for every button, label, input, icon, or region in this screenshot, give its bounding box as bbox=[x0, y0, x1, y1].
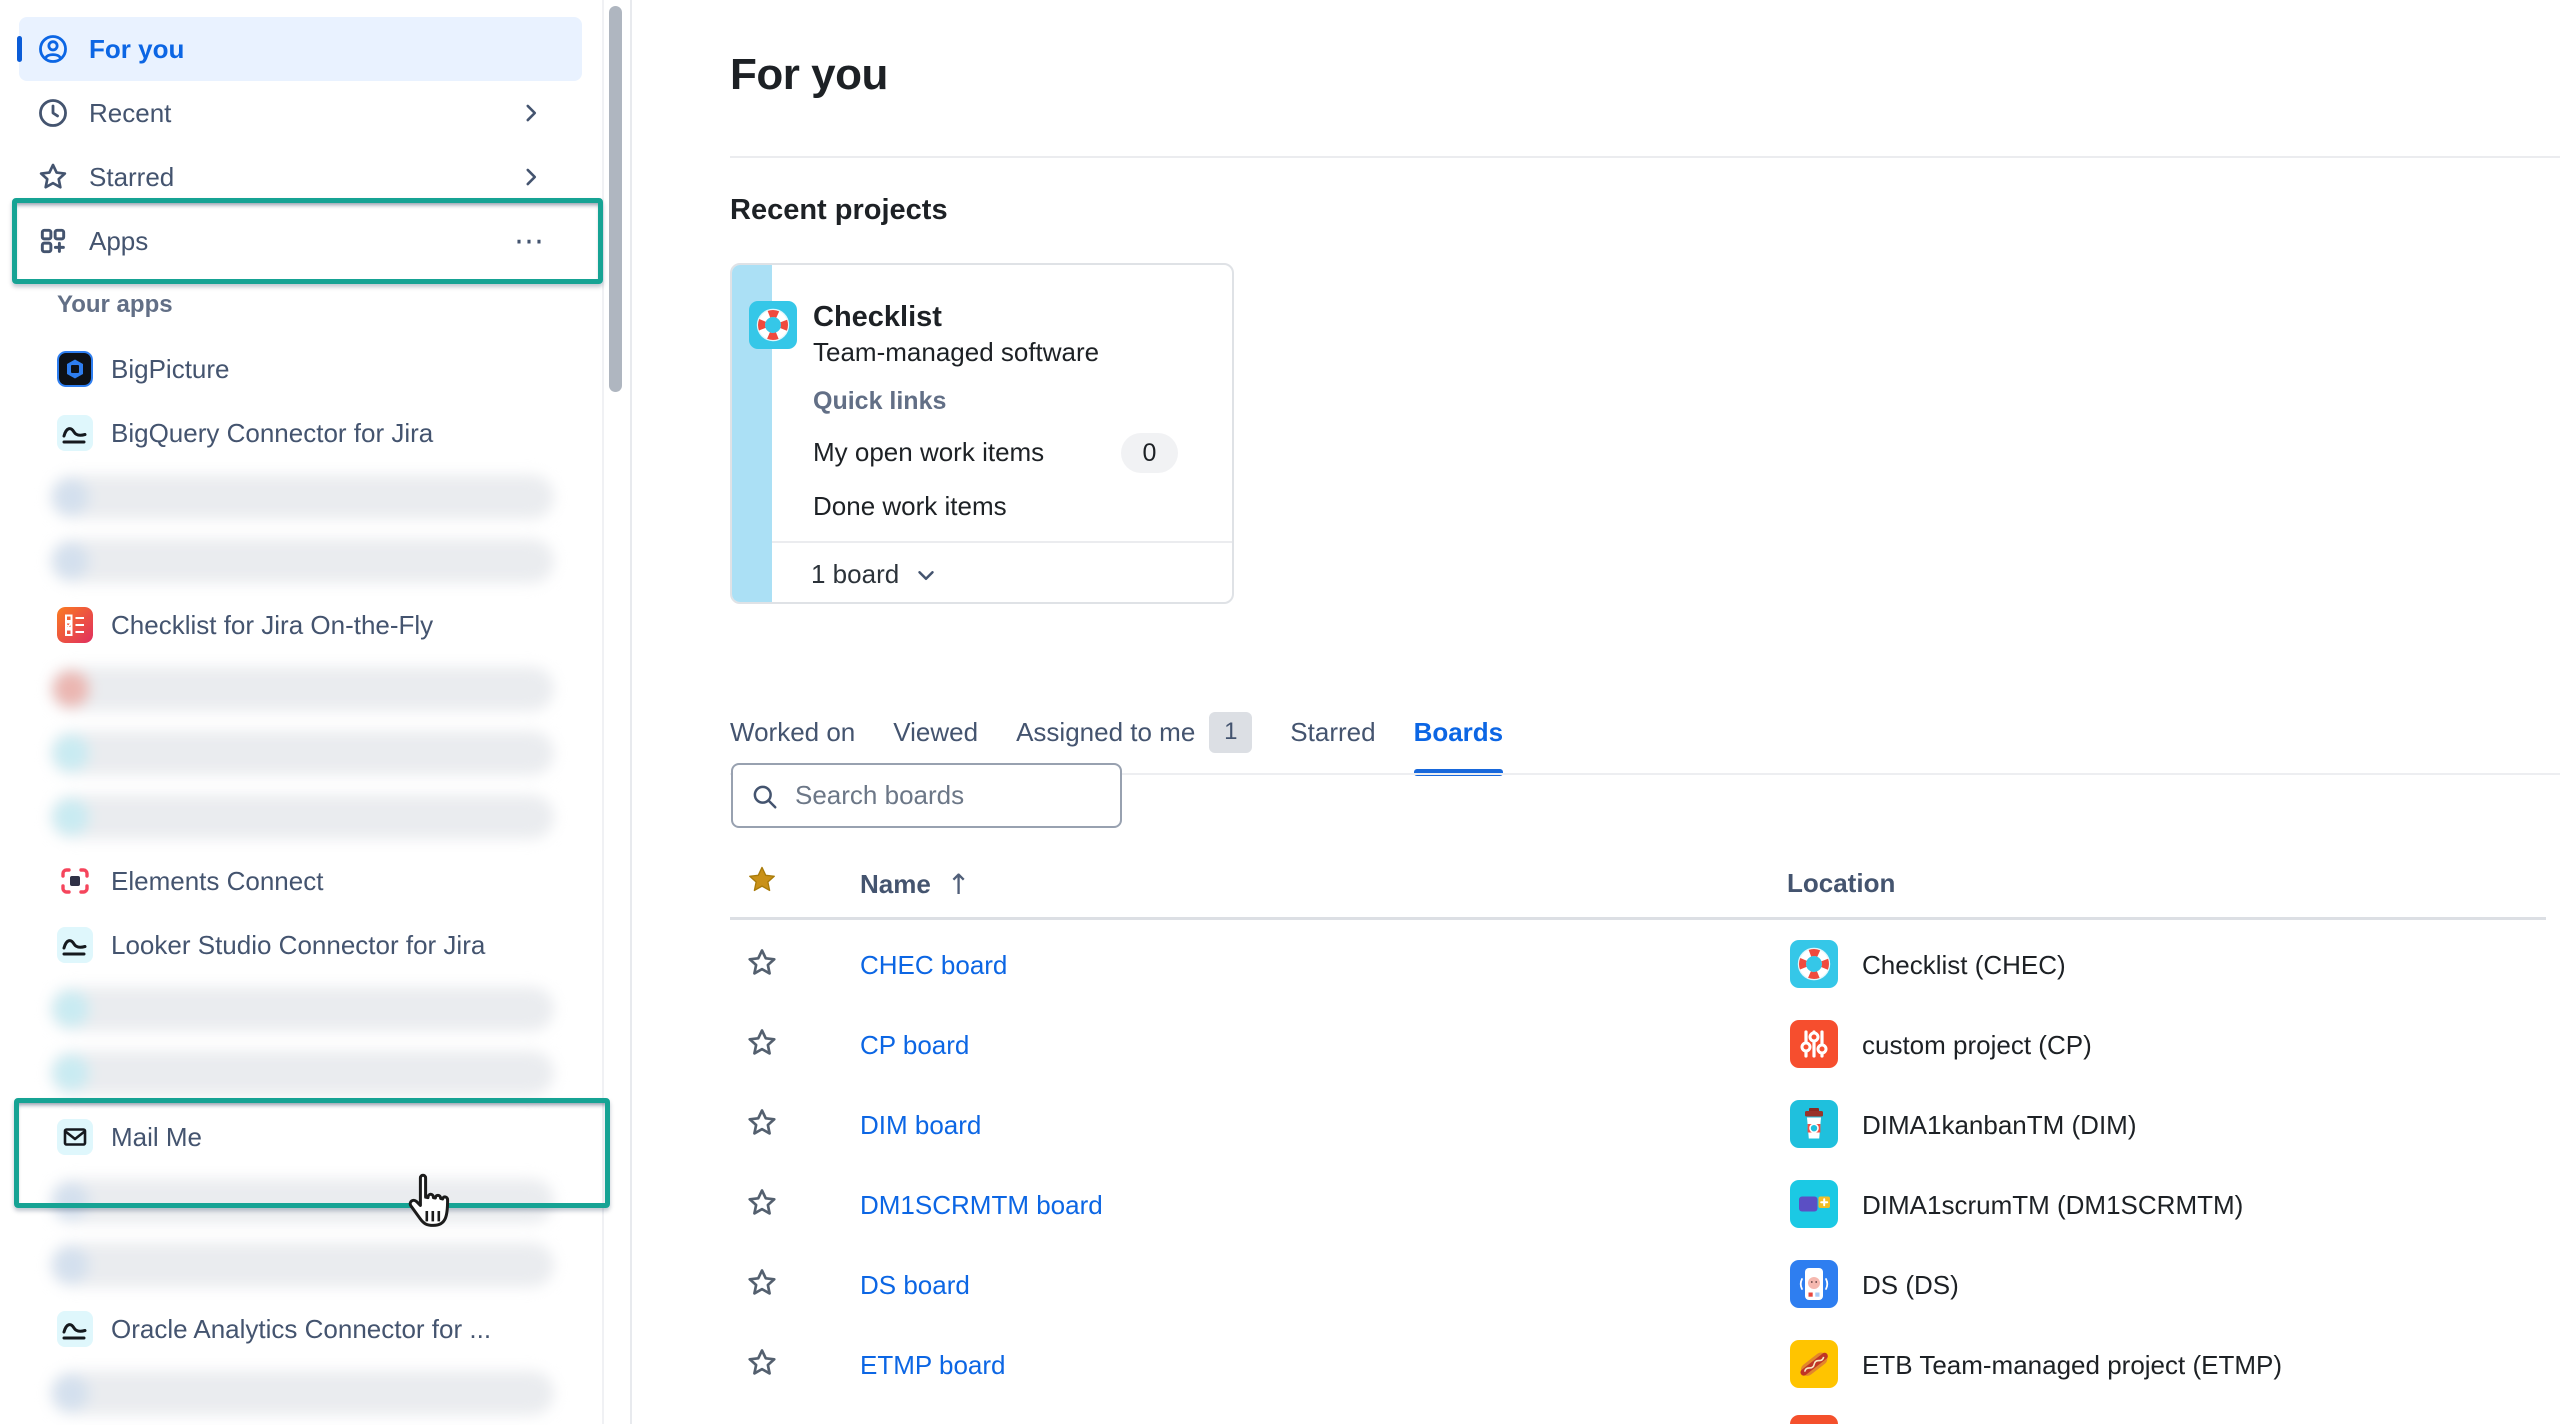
sidebar-item-label: Recent bbox=[89, 98, 171, 129]
search-boards-box[interactable] bbox=[731, 763, 1122, 828]
sliders-icon bbox=[1790, 1020, 1838, 1068]
chart-connector-icon bbox=[57, 927, 93, 963]
redacted-app-item bbox=[0, 1041, 602, 1105]
tab-viewed[interactable]: Viewed bbox=[893, 710, 978, 754]
annotation-box-apps bbox=[12, 198, 603, 284]
project-card-checklist[interactable]: Checklist Team-managed software Quick li… bbox=[730, 263, 1234, 604]
redacted-app-item bbox=[0, 1361, 602, 1425]
search-icon bbox=[749, 781, 779, 811]
lifebuoy-icon bbox=[749, 301, 797, 349]
board-link[interactable]: DIM board bbox=[860, 1110, 981, 1141]
page-title: For you bbox=[730, 50, 888, 100]
app-label: Looker Studio Connector for Jira bbox=[111, 930, 485, 961]
search-boards-input[interactable] bbox=[793, 779, 1120, 812]
chart-connector-icon bbox=[57, 415, 93, 451]
tab-worked-on[interactable]: Worked on bbox=[730, 710, 855, 754]
star-toggle[interactable] bbox=[746, 1187, 778, 1219]
sidebar-app-checklist-on-the-fly[interactable]: Checklist for Jira On-the-Fly bbox=[0, 593, 602, 657]
star-toggle[interactable] bbox=[746, 1267, 778, 1299]
tab-boards[interactable]: Boards bbox=[1414, 710, 1504, 754]
redacted-app-item bbox=[0, 657, 602, 721]
board-location: DS (DS) bbox=[1862, 1270, 1959, 1301]
board-count-dropdown[interactable]: 1 board bbox=[811, 559, 939, 590]
redacted-app-item bbox=[0, 785, 602, 849]
star-toggle[interactable] bbox=[746, 1107, 778, 1139]
board-link[interactable]: DS board bbox=[860, 1270, 970, 1301]
person-circle-icon bbox=[37, 33, 69, 65]
sort-ascending-icon[interactable]: ↑ bbox=[947, 868, 970, 901]
hand-cursor bbox=[400, 1168, 456, 1238]
sidebar-divider[interactable] bbox=[630, 0, 632, 1424]
chart-connector-icon bbox=[57, 1311, 93, 1347]
sidebar-app-elements-connect[interactable]: Elements Connect bbox=[0, 849, 602, 913]
star-toggle[interactable] bbox=[746, 1027, 778, 1059]
sidebar-app-oracle-analytics-connector[interactable]: Oracle Analytics Connector for ... bbox=[0, 1297, 602, 1361]
checklist-gradient-icon bbox=[57, 607, 93, 643]
hot-dog-icon bbox=[1790, 1340, 1838, 1388]
chevron-right-icon[interactable] bbox=[518, 164, 544, 190]
annotation-box-mail-me bbox=[14, 1098, 610, 1208]
coffee-cup-icon bbox=[1790, 1100, 1838, 1148]
sidebar: For you Recent Starred bbox=[0, 0, 632, 1424]
app-label: BigPicture bbox=[111, 354, 230, 385]
blocks-icon bbox=[1790, 1180, 1838, 1228]
done-work-items-link[interactable]: Done work items bbox=[813, 491, 1007, 522]
sidebar-item-for-you[interactable]: For you bbox=[19, 17, 582, 81]
app-label: BigQuery Connector for Jira bbox=[111, 418, 433, 449]
assigned-count-badge: 1 bbox=[1209, 712, 1252, 753]
phone-icon bbox=[1790, 1260, 1838, 1308]
star-toggle[interactable] bbox=[746, 1347, 778, 1379]
board-location: Checklist (CHEC) bbox=[1862, 950, 2066, 981]
redacted-app-item bbox=[0, 529, 602, 593]
quick-links-label: Quick links bbox=[813, 387, 946, 416]
board-link[interactable]: CHEC board bbox=[860, 950, 1007, 981]
sidebar-app-looker-studio-connector[interactable]: Looker Studio Connector for Jira bbox=[0, 913, 602, 977]
table-header-divider bbox=[730, 917, 2546, 920]
sidebar-scrollbar[interactable] bbox=[609, 6, 622, 392]
redacted-app-item bbox=[0, 721, 602, 785]
my-open-work-items-link[interactable]: My open work items bbox=[813, 437, 1044, 468]
chevron-down-icon bbox=[913, 562, 939, 588]
board-count-label: 1 board bbox=[811, 559, 899, 590]
app-label: Checklist for Jira On-the-Fly bbox=[111, 610, 433, 641]
project-type: Team-managed software bbox=[813, 337, 1099, 368]
project-name[interactable]: Checklist bbox=[813, 301, 942, 334]
tab-starred[interactable]: Starred bbox=[1290, 710, 1375, 754]
board-location: DIMA1scrumTM (DM1SCRMTM) bbox=[1862, 1190, 2243, 1221]
card-footer-divider bbox=[772, 541, 1232, 543]
bigpicture-icon bbox=[57, 351, 93, 387]
starred-column-header-icon bbox=[746, 864, 778, 896]
app-label: Elements Connect bbox=[111, 866, 323, 897]
tab-assigned-to-me[interactable]: Assigned to me 1 bbox=[1016, 710, 1252, 754]
header-divider bbox=[730, 156, 2560, 158]
app-label: Oracle Analytics Connector for ... bbox=[111, 1314, 491, 1345]
board-link[interactable]: ETMP board bbox=[860, 1350, 1005, 1381]
redacted-app-item bbox=[0, 1233, 602, 1297]
sidebar-app-bigpicture[interactable]: BigPicture bbox=[0, 337, 602, 401]
clock-icon bbox=[37, 97, 69, 129]
redacted-app-item bbox=[0, 977, 602, 1041]
star-icon bbox=[37, 161, 69, 193]
star-toggle[interactable] bbox=[746, 947, 778, 979]
name-column-header[interactable]: Name ↑ bbox=[860, 868, 970, 901]
recent-projects-heading: Recent projects bbox=[730, 194, 948, 227]
open-items-count-badge: 0 bbox=[1121, 433, 1178, 473]
redacted-app-item bbox=[0, 465, 602, 529]
sidebar-item-label: Starred bbox=[89, 162, 174, 193]
sidebar-item-label: For you bbox=[89, 34, 184, 65]
board-location: custom project (CP) bbox=[1862, 1030, 2092, 1061]
text-caret-indicator bbox=[17, 36, 22, 62]
board-link[interactable]: CP board bbox=[860, 1030, 969, 1061]
chevron-right-icon[interactable] bbox=[518, 100, 544, 126]
board-location: ETB Team-managed project (ETMP) bbox=[1862, 1350, 2282, 1381]
main-content: For you Recent projects Checklist Team-m… bbox=[634, 0, 2560, 1424]
elements-connect-icon bbox=[57, 863, 93, 899]
location-column-header[interactable]: Location bbox=[1787, 868, 1895, 899]
board-location: DIMA1kanbanTM (DIM) bbox=[1862, 1110, 2137, 1141]
lifebuoy-icon bbox=[1790, 940, 1838, 988]
board-link[interactable]: DM1SCRMTM board bbox=[860, 1190, 1103, 1221]
sidebar-item-recent[interactable]: Recent bbox=[19, 81, 582, 145]
partial-next-row-icon bbox=[1790, 1415, 1838, 1424]
sidebar-app-bigquery-connector[interactable]: BigQuery Connector for Jira bbox=[0, 401, 602, 465]
